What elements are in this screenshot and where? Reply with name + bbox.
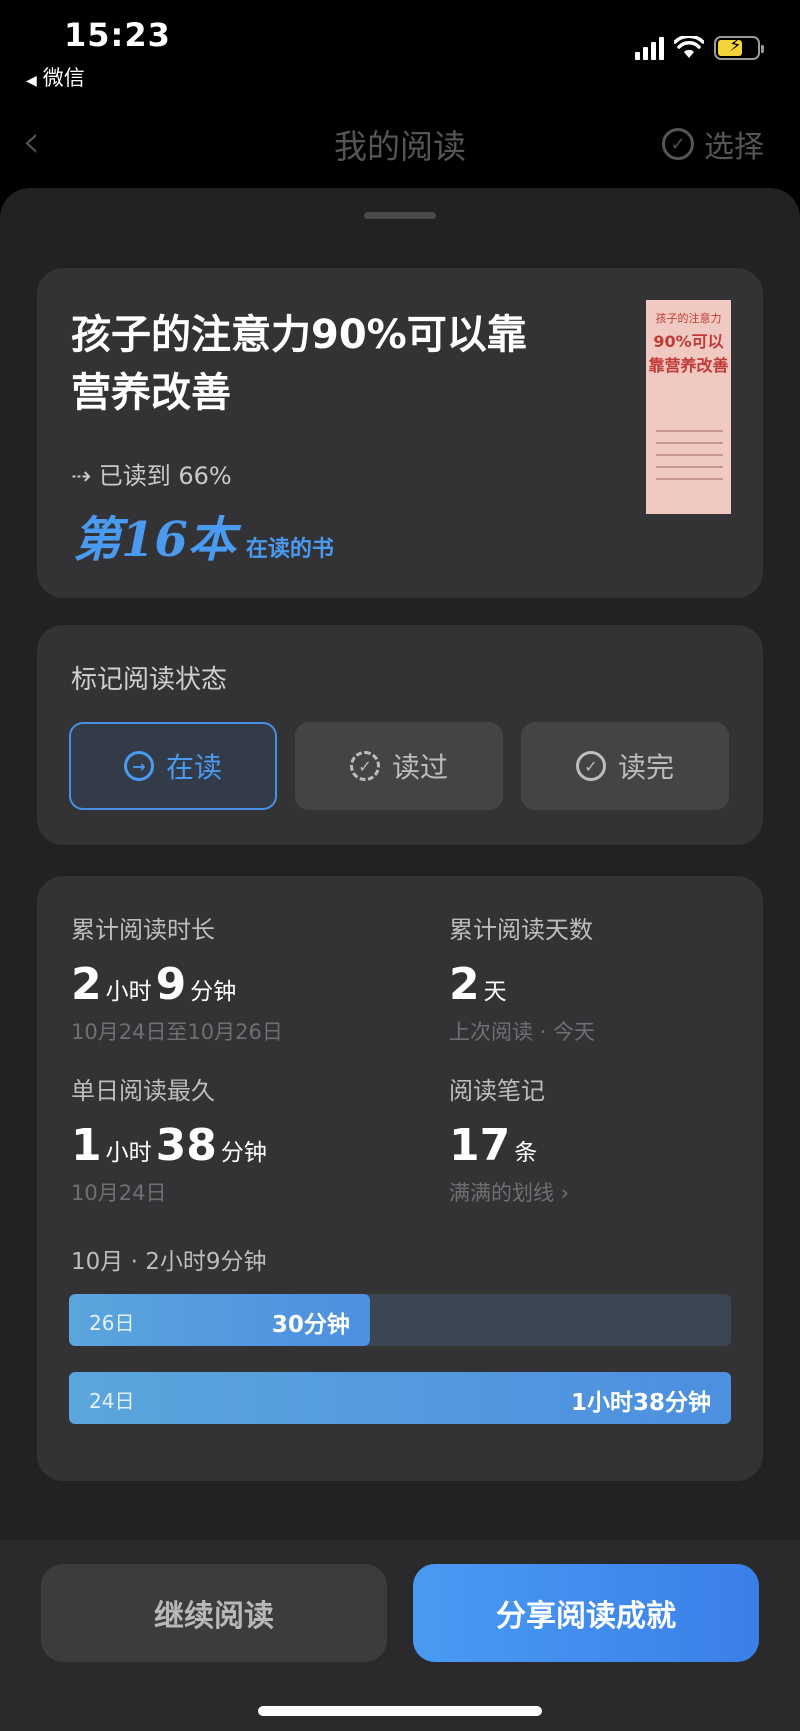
stat-notes[interactable]: 阅读笔记 17 条 满满的划线 › [449,1071,569,1207]
stat-total-days-number: 2 [449,959,480,1010]
stat-notes-link[interactable]: 满满的划线 › [449,1177,569,1207]
reading-status-title: 标记阅读状态 [71,665,228,695]
stat-notes-value: 17 条 [449,1120,569,1171]
reading-status-card: 标记阅读状态 → 在读 ✓ 读过 ✓ 读完 [37,625,763,845]
daily-bar: 24日 1小时38分钟 [69,1372,731,1424]
stat-last-read: 上次阅读 · 今天 [449,1020,596,1044]
daily-bar-day: 24日 [89,1389,135,1413]
book-cover[interactable]: 孩子的注意力 90%可以靠营养改善 [646,300,731,514]
status-bar: 15:23 ◀ 微信 ⚡ [0,0,800,90]
daily-bar-row: 26日 30分钟 [69,1294,731,1346]
cover-title-line2: 90%可以靠营养改善 [648,332,729,375]
book-card[interactable]: 孩子的注意力90%可以靠营养改善 ⇢ 已读到 66% 第16本 在读的书 孩子的… [37,268,763,598]
stat-total-days: 累计阅读天数 2天 上次阅读 · 今天 [449,910,595,1046]
stat-total-days-value: 2天 [449,959,595,1010]
battery-icon: ⚡ [714,35,764,60]
back-triangle-icon: ◀ [26,73,37,89]
book-title: 孩子的注意力90%可以靠营养改善 [71,312,527,416]
status-finished-button[interactable]: ✓ 读完 [521,722,729,810]
stat-total-time-minutes-unit: 分钟 [190,979,237,1005]
stat-total-time-range: 10月24日至10月26日 [71,1020,283,1044]
status-reading-label: 在读 [165,751,222,784]
stat-max-day-minutes-unit: 分钟 [220,1140,267,1166]
continue-reading-button[interactable]: 继续阅读 [41,1564,387,1662]
daily-bar: 26日 30分钟 [69,1294,370,1346]
rank-number: 第16本 [73,512,236,568]
reading-sheet: 孩子的注意力90%可以靠营养改善 ⇢ 已读到 66% 第16本 在读的书 孩子的… [0,188,800,1731]
stat-max-day-value: 1 小时 38 分钟 [71,1120,271,1171]
cover-title-line1: 孩子的注意力 [655,312,722,325]
month-summary: 10月 · 2小时9分钟 [71,1249,267,1275]
stat-max-day: 单日阅读最久 1 小时 38 分钟 10月24日 [71,1071,271,1207]
stat-total-time: 累计阅读时长 2 小时 9 分钟 10月24日至10月26日 [71,910,283,1046]
status-read-button[interactable]: ✓ 读过 [295,722,503,810]
back-app-label: 微信 [42,66,85,90]
stat-total-days-label: 累计阅读天数 [449,916,593,944]
stat-max-day-date: 10月24日 [71,1181,167,1205]
dashed-check-circle-icon: ✓ [349,751,380,781]
status-time: 15:23 [64,16,171,54]
daily-bar-value: 30分钟 [271,1312,350,1338]
daily-bar-row: 24日 1小时38分钟 [69,1372,731,1424]
stat-max-day-hours-unit: 小时 [105,1140,152,1166]
arrow-right-circle-icon: → [123,751,154,781]
stat-total-time-label: 累计阅读时长 [71,916,215,944]
bottom-action-bar: 继续阅读 分享阅读成就 [0,1540,800,1731]
stat-max-day-label: 单日阅读最久 [71,1077,215,1105]
status-finished-label: 读完 [617,751,674,784]
check-circle-icon: ✓ [575,751,606,781]
home-indicator[interactable] [258,1706,542,1716]
stat-max-day-hours: 1 [71,1120,102,1171]
stat-total-time-value: 2 小时 9 分钟 [71,959,283,1010]
book-rank: 第16本 在读的书 [73,500,334,570]
reading-stats-card: 累计阅读时长 2 小时 9 分钟 10月24日至10月26日 累计阅读天数 2天 上次… [37,876,763,1481]
status-read-label: 读过 [391,751,448,784]
arrow-right-icon: ⇢ [71,462,99,490]
daily-bar-value: 1小时38分钟 [570,1390,711,1416]
select-button[interactable]: ✓ 选择 [662,122,764,166]
nav-bar: ‹ 我的阅读 ✓ 选择 [0,100,800,180]
check-circle-icon: ✓ [662,128,694,160]
reading-progress: ⇢ 已读到 66% [71,456,232,491]
share-achievement-button[interactable]: 分享阅读成就 [413,1564,759,1662]
stat-total-time-hours: 2 [71,959,102,1010]
select-label: 选择 [704,130,764,165]
stat-notes-number: 17 [449,1120,511,1171]
stat-max-day-minutes: 38 [155,1120,217,1171]
system-icons: ⚡ [635,35,764,60]
stat-notes-label: 阅读笔记 [449,1077,545,1105]
status-reading-button[interactable]: → 在读 [69,722,277,810]
cover-decoration [656,430,723,490]
stat-notes-unit: 条 [514,1140,538,1166]
sheet-grabber[interactable] [364,212,436,219]
signal-icon [635,36,664,60]
back-to-app-link[interactable]: ◀ 微信 [26,62,85,92]
stat-total-time-hours-unit: 小时 [105,979,152,1005]
wifi-icon [674,36,704,58]
rank-label: 在读的书 [245,536,334,562]
stat-total-days-unit: 天 [483,979,507,1005]
progress-text: 已读到 66% [98,462,232,490]
daily-bar-day: 26日 [89,1311,135,1335]
stat-total-time-minutes: 9 [155,959,187,1010]
